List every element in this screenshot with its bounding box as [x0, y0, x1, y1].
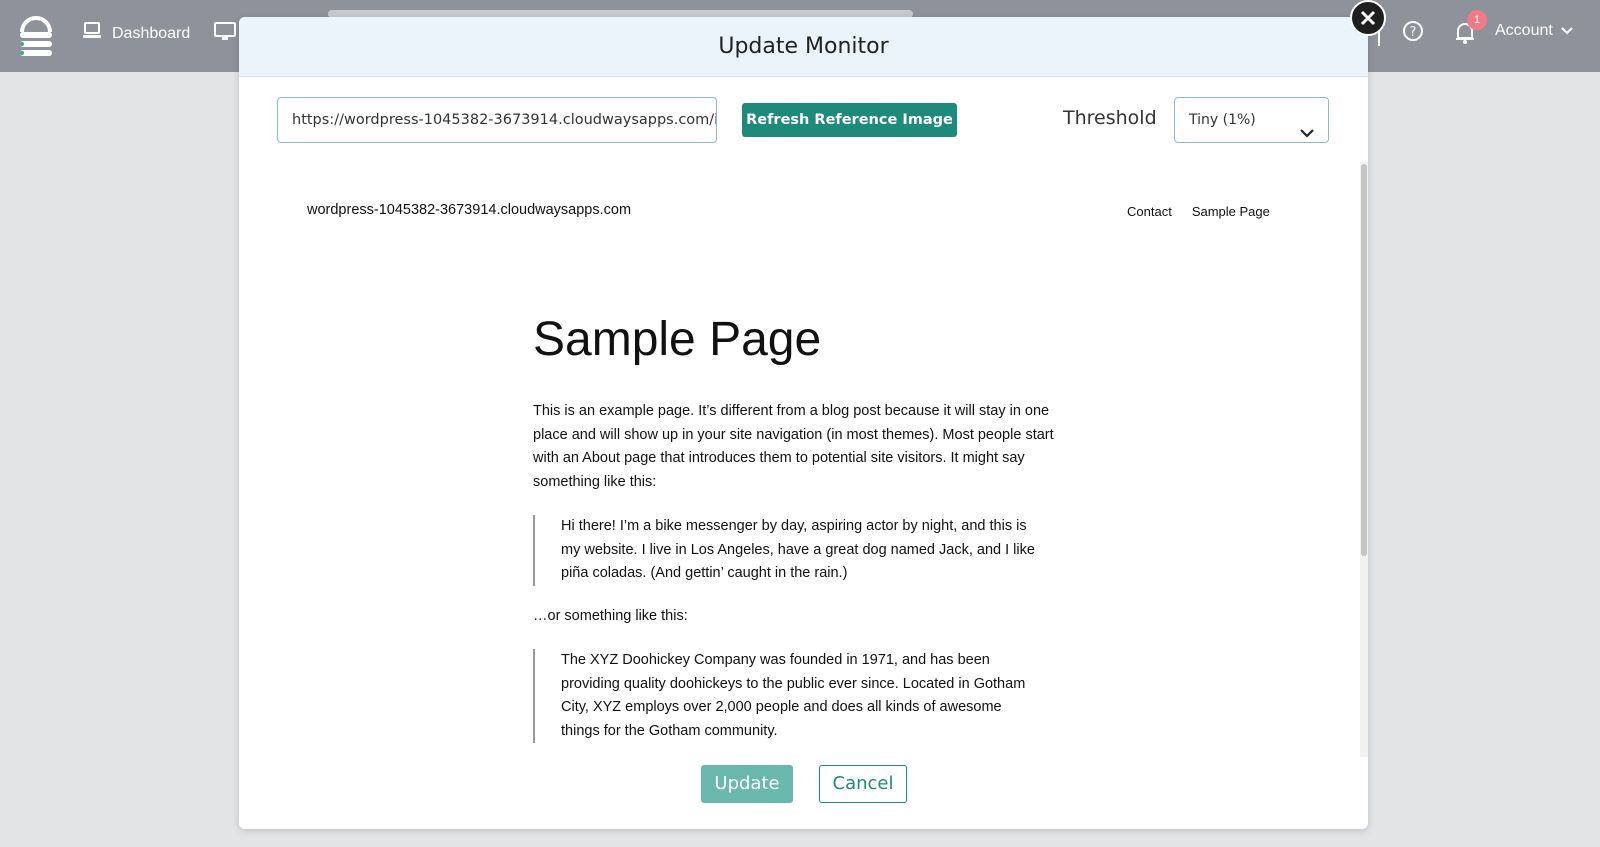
monitor-icon[interactable]: [214, 22, 236, 47]
refresh-reference-image-button[interactable]: Refresh Reference Image: [742, 103, 957, 137]
notification-badge: 1: [1467, 10, 1487, 30]
threshold-value: Tiny (1%): [1189, 112, 1256, 128]
svg-text:?: ?: [1410, 25, 1417, 40]
threshold-label: Threshold: [1063, 107, 1157, 129]
chevron-down-icon: [1561, 22, 1573, 40]
preview-site-nav: Contact Sample Page: [1127, 204, 1270, 219]
threshold-select[interactable]: Tiny (1%): [1174, 97, 1329, 143]
cancel-button[interactable]: Cancel: [819, 765, 907, 803]
preview-middle-paragraph: …or something like this:: [533, 607, 688, 624]
preview-blockquote: Hi there! I’m a bike messenger by day, a…: [533, 515, 1041, 586]
modal-footer: Update Cancel: [239, 765, 1368, 805]
preview-intro-paragraph: This is an example page. It’s different …: [533, 403, 1054, 490]
preview-quote-text: Hi there! I’m a bike messenger by day, a…: [561, 518, 1035, 581]
app-logo-icon[interactable]: [16, 12, 56, 58]
laptop-icon: [82, 22, 102, 45]
preview-content: This is an example page. It’s different …: [533, 400, 1073, 757]
nav-dashboard-label: Dashboard: [112, 24, 191, 42]
nav-dashboard[interactable]: Dashboard: [82, 22, 190, 45]
close-modal-button[interactable]: [1350, 0, 1386, 36]
preview-scrollbar-thumb[interactable]: [1361, 164, 1367, 556]
modal-title: Update Monitor: [239, 17, 1368, 77]
preview-nav-sample-page: Sample Page: [1191, 204, 1270, 219]
modal-controls: https://wordpress-1045382-3673914.cloudw…: [239, 97, 1368, 147]
chevron-down-icon: [1300, 112, 1314, 156]
preview-blockquote: The XYZ Doohickey Company was founded in…: [533, 649, 1041, 743]
account-label: Account: [1495, 22, 1553, 39]
update-button[interactable]: Update: [701, 765, 793, 803]
preview-site-title: wordpress-1045382-3673914.cloudwaysapps.…: [307, 202, 632, 218]
help-icon[interactable]: ?: [1402, 20, 1424, 47]
preview-quote-text: The XYZ Doohickey Company was founded in…: [561, 652, 1026, 739]
update-monitor-modal: Update Monitor https://wordpress-1045382…: [239, 17, 1368, 829]
close-icon: [1360, 10, 1376, 26]
preview-nav-contact: Contact: [1127, 204, 1172, 219]
url-input[interactable]: https://wordpress-1045382-3673914.cloudw…: [277, 97, 717, 143]
preview-page-title: Sample Page: [533, 313, 822, 366]
account-menu[interactable]: Account: [1495, 22, 1573, 40]
reference-preview[interactable]: wordpress-1045382-3673914.cloudwaysapps.…: [239, 162, 1359, 757]
